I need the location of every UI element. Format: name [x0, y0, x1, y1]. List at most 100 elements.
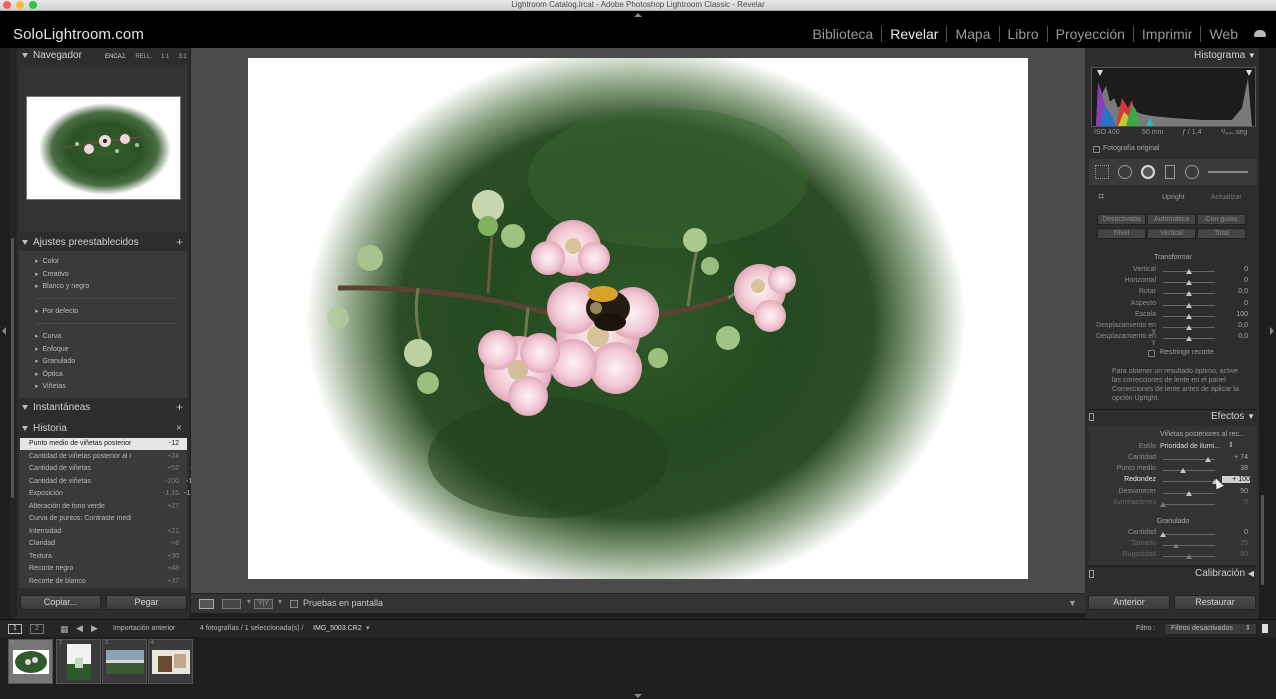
- reset-button[interactable]: Restaurar: [1174, 595, 1256, 610]
- vignette-style-select[interactable]: Prioridad de ilumi...: [1160, 443, 1220, 450]
- module-web[interactable]: Web: [1200, 26, 1246, 42]
- preset-group-creative[interactable]: Creativo: [35, 270, 69, 278]
- second-screen-button[interactable]: 2: [30, 624, 44, 634]
- history-step[interactable]: Intensidad+2121: [20, 526, 200, 538]
- filmstrip-thumb[interactable]: 4: [148, 639, 193, 684]
- swap-menu-icon[interactable]: ▾: [278, 597, 282, 606]
- presets-header[interactable]: Ajustes preestablecidos: [22, 235, 139, 251]
- collapse-right-icon[interactable]: [1270, 327, 1274, 335]
- preset-group-optics[interactable]: Óptica: [35, 370, 63, 378]
- filename-menu-icon[interactable]: ▾: [366, 624, 370, 632]
- soft-proof-checkbox[interactable]: [290, 600, 298, 608]
- effects-header[interactable]: Efectos ▼: [1211, 409, 1255, 425]
- slider-value[interactable]: 38: [1220, 465, 1248, 472]
- filmstrip-filename[interactable]: IMG_5003.CR2: [313, 625, 362, 632]
- collapse-top-icon[interactable]: [634, 13, 642, 17]
- slider-thumb[interactable]: [1179, 468, 1186, 474]
- crop-guide-icon[interactable]: ⌗: [1098, 191, 1104, 204]
- history-step[interactable]: Alteración de tono verde+2727: [20, 501, 200, 513]
- style-select-arrows-icon[interactable]: ⇕: [1228, 441, 1234, 449]
- preset-group-vignettes[interactable]: Viñetas: [35, 382, 66, 390]
- history-step[interactable]: Textura+3030: [20, 551, 200, 563]
- before-after-menu-icon[interactable]: ▾: [247, 597, 251, 606]
- main-photo[interactable]: [248, 58, 1028, 579]
- main-screen-button[interactable]: 1: [8, 624, 22, 634]
- add-preset-icon[interactable]: +: [176, 235, 183, 249]
- cloud-icon[interactable]: [1254, 30, 1266, 37]
- swap-icon[interactable]: Y|Y: [254, 599, 273, 609]
- zoom-1-1[interactable]: 1:1: [161, 54, 169, 60]
- upright-level-button[interactable]: Nivel: [1097, 228, 1146, 239]
- previous-button[interactable]: Anterior: [1088, 595, 1170, 610]
- module-imprimir[interactable]: Imprimir: [1132, 26, 1201, 42]
- slider-thumb[interactable]: [1173, 543, 1179, 549]
- filmstrip-thumb[interactable]: 3: [102, 639, 147, 684]
- original-photo-checkbox[interactable]: [1093, 146, 1100, 153]
- navigator-header[interactable]: Navegador: [22, 48, 82, 64]
- slider-track[interactable]: [1163, 470, 1215, 472]
- slider-value[interactable]: 0: [1220, 529, 1248, 536]
- preset-group-default[interactable]: Por defecto: [35, 307, 79, 315]
- filmstrip-thumb[interactable]: 1: [8, 639, 53, 684]
- preset-group-grain[interactable]: Granulado: [35, 357, 76, 365]
- slider-value[interactable]: 0: [1220, 277, 1248, 284]
- back-arrow-icon[interactable]: ◀: [76, 623, 83, 634]
- filmstrip-thumb[interactable]: 2: [56, 639, 101, 684]
- copy-settings-button[interactable]: Copiar...: [20, 595, 101, 610]
- history-step[interactable]: Curva de puntos: Contraste medio: [20, 513, 187, 525]
- histogram-header[interactable]: Histograma ▼: [1194, 48, 1256, 64]
- slider-thumb[interactable]: [1186, 291, 1192, 297]
- slider-thumb[interactable]: [1186, 490, 1192, 496]
- slider-thumb[interactable]: [1186, 313, 1192, 319]
- slider-thumb[interactable]: [1186, 336, 1192, 342]
- slider-track[interactable]: [1163, 545, 1215, 547]
- red-eye-icon[interactable]: [1141, 165, 1155, 179]
- module-revelar[interactable]: Revelar: [881, 26, 946, 42]
- slider-value[interactable]: 50: [1220, 488, 1248, 495]
- history-step[interactable]: Recorte de blanco+3737: [20, 576, 200, 588]
- slider-value[interactable]: 0: [1220, 499, 1248, 506]
- history-step[interactable]: Claridad+88: [20, 538, 200, 550]
- clear-history-icon[interactable]: ×: [176, 421, 182, 437]
- slider-thumb[interactable]: [1160, 501, 1166, 507]
- grid-icon[interactable]: ▦: [60, 624, 69, 634]
- history-step[interactable]: Punto medio de viñetas posterior a...-12…: [20, 438, 200, 450]
- upright-auto-button[interactable]: Automática: [1147, 214, 1196, 225]
- history-header[interactable]: Historia: [22, 421, 67, 437]
- upright-full-button[interactable]: Total: [1197, 228, 1246, 239]
- crop-overlay-icon[interactable]: [1095, 165, 1109, 179]
- add-snapshot-icon[interactable]: +: [176, 400, 183, 414]
- zoom-fill[interactable]: RELL.: [135, 54, 152, 60]
- slider-track[interactable]: [1163, 481, 1215, 483]
- radial-filter-icon[interactable]: [1185, 165, 1199, 179]
- effects-switch-icon[interactable]: [1089, 413, 1094, 421]
- filter-select[interactable]: Filtros desactivados ⇕: [1164, 623, 1257, 635]
- slider-value[interactable]: + 74: [1220, 454, 1248, 461]
- preset-group-bw[interactable]: Blanco y negro: [35, 282, 90, 290]
- paste-settings-button[interactable]: Pegar: [106, 595, 187, 610]
- slider-track[interactable]: [1163, 503, 1215, 505]
- module-biblioteca[interactable]: Biblioteca: [805, 26, 882, 42]
- filter-lock-icon[interactable]: [1262, 624, 1268, 633]
- preset-group-color[interactable]: Color: [35, 257, 60, 265]
- constrain-crop-checkbox[interactable]: [1148, 350, 1155, 357]
- spot-removal-icon[interactable]: [1118, 165, 1132, 179]
- collapse-filmstrip-icon[interactable]: [634, 694, 642, 698]
- history-step[interactable]: Exposición-1,15-1,00: [20, 488, 200, 500]
- navigator-preview[interactable]: [26, 96, 181, 200]
- slider-thumb[interactable]: [1186, 269, 1192, 274]
- slider-value[interactable]: 0: [1220, 300, 1248, 307]
- calibration-header[interactable]: Calibración ◀: [1195, 566, 1254, 582]
- preset-group-curve[interactable]: Curva: [35, 332, 62, 340]
- snapshots-header[interactable]: Instantáneas: [22, 400, 90, 416]
- calibration-switch-icon[interactable]: [1089, 570, 1094, 578]
- forward-arrow-icon[interactable]: ▶: [91, 623, 98, 634]
- slider-thumb[interactable]: [1160, 532, 1166, 537]
- module-mapa[interactable]: Mapa: [946, 26, 998, 42]
- graduated-filter-icon[interactable]: [1165, 165, 1175, 179]
- module-libro[interactable]: Libro: [998, 26, 1047, 42]
- slider-value[interactable]: + 100: [1222, 476, 1250, 484]
- history-step[interactable]: Cantidad de viñetas posterior al rec...+…: [20, 451, 200, 463]
- loupe-view-icon[interactable]: [199, 599, 214, 609]
- slider-value[interactable]: 0,0: [1220, 288, 1248, 295]
